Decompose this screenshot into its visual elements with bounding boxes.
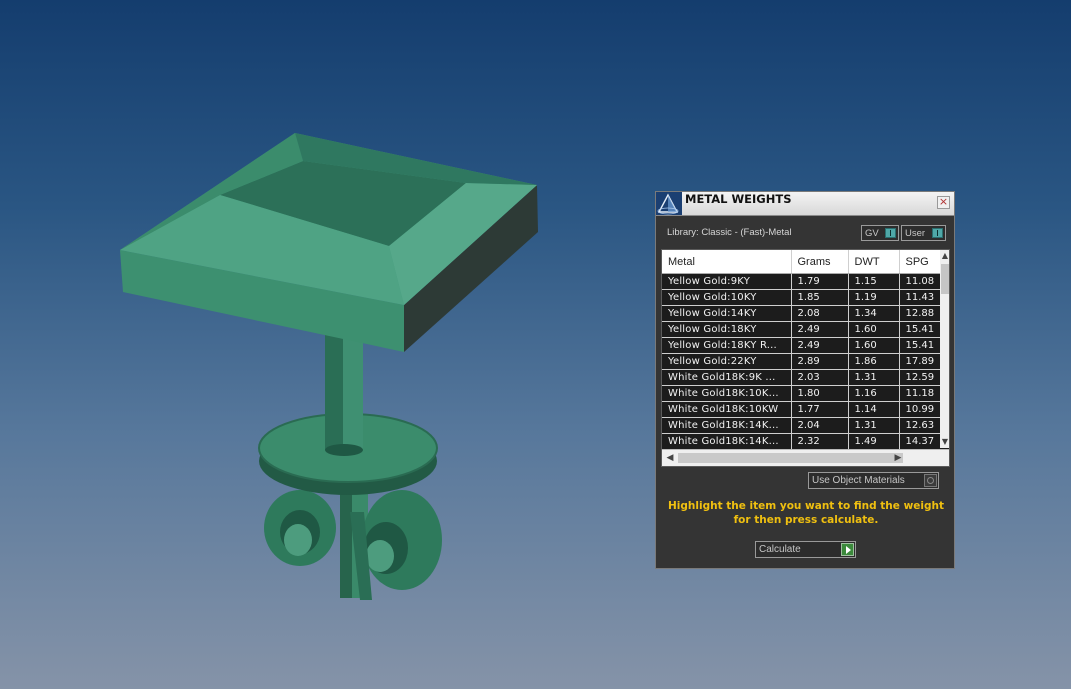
cell-grams: 2.89 bbox=[791, 353, 849, 370]
column-header-grams[interactable]: Grams bbox=[791, 250, 849, 274]
toggle-knob-icon bbox=[932, 228, 943, 238]
cell-grams: 2.08 bbox=[791, 305, 849, 322]
cell-grams: 1.77 bbox=[791, 401, 849, 418]
cell-grams: 2.32 bbox=[791, 433, 849, 450]
table-row[interactable]: Yellow Gold:22KY 2.89 1.86 17.89 bbox=[662, 353, 949, 370]
metal-weights-panel: METAL WEIGHTS × Library: Classic - (Fast… bbox=[655, 191, 955, 569]
earring-model bbox=[120, 133, 538, 600]
scroll-down-icon[interactable]: ▼ bbox=[940, 436, 949, 448]
vertical-scrollbar[interactable]: ▲ ▼ bbox=[940, 250, 949, 448]
cell-dwt: 1.60 bbox=[848, 321, 900, 338]
cell-dwt: 1.34 bbox=[848, 305, 900, 322]
cell-dwt: 1.86 bbox=[848, 353, 900, 370]
cell-dwt: 1.16 bbox=[848, 385, 900, 402]
cell-metal: White Gold18K:9K ... bbox=[662, 369, 792, 386]
gv-toggle[interactable]: GV bbox=[861, 225, 899, 241]
user-toggle-label: User bbox=[905, 228, 926, 239]
cell-metal: Yellow Gold:9KY bbox=[662, 273, 792, 290]
column-header-metal[interactable]: Metal bbox=[662, 250, 792, 274]
table-row[interactable]: Yellow Gold:18KY R... 2.49 1.60 15.41 bbox=[662, 337, 949, 354]
toggle-knob-icon bbox=[885, 228, 896, 238]
use-object-materials-label: Use Object Materials bbox=[812, 475, 905, 486]
cell-grams: 2.03 bbox=[791, 369, 849, 386]
library-label: Library: Classic - (Fast)-Metal bbox=[667, 227, 792, 238]
table-row[interactable]: White Gold18K:10K... 1.80 1.16 11.18 bbox=[662, 385, 949, 402]
cell-metal: Yellow Gold:10KY bbox=[662, 289, 792, 306]
cell-metal: White Gold18K:10K... bbox=[662, 385, 792, 402]
cell-grams: 2.49 bbox=[791, 321, 849, 338]
panel-titlebar[interactable]: METAL WEIGHTS × bbox=[656, 192, 954, 216]
scroll-up-icon[interactable]: ▲ bbox=[940, 250, 949, 262]
use-object-materials-button[interactable]: Use Object Materials bbox=[808, 472, 939, 489]
cell-grams: 2.49 bbox=[791, 337, 849, 354]
cell-dwt: 1.19 bbox=[848, 289, 900, 306]
calculate-label: Calculate bbox=[759, 544, 801, 555]
gv-toggle-label: GV bbox=[865, 228, 879, 239]
user-toggle[interactable]: User bbox=[901, 225, 946, 241]
table-row[interactable]: White Gold18K:9K ... 2.03 1.31 12.59 bbox=[662, 369, 949, 386]
play-arrow-icon bbox=[841, 543, 854, 556]
table-row[interactable]: White Gold18K:10KW 1.77 1.14 10.99 bbox=[662, 401, 949, 418]
cell-metal: Yellow Gold:22KY bbox=[662, 353, 792, 370]
cell-grams: 1.79 bbox=[791, 273, 849, 290]
table-row[interactable]: Yellow Gold:14KY 2.08 1.34 12.88 bbox=[662, 305, 949, 322]
cell-dwt: 1.49 bbox=[848, 433, 900, 450]
calculate-button[interactable]: Calculate bbox=[755, 541, 856, 558]
cell-metal: Yellow Gold:18KY R... bbox=[662, 337, 792, 354]
metal-weights-table: Metal Grams DWT SPG Yellow Gold:9KY 1.79 1… bbox=[661, 249, 950, 467]
cell-grams: 2.04 bbox=[791, 417, 849, 434]
close-icon[interactable]: × bbox=[937, 196, 950, 209]
cell-dwt: 1.31 bbox=[848, 369, 900, 386]
pyramid-logo-icon bbox=[656, 192, 682, 215]
table-row[interactable]: Yellow Gold:9KY 1.79 1.15 11.08 bbox=[662, 273, 949, 290]
cell-metal: White Gold18K:14K... bbox=[662, 417, 792, 434]
table-row[interactable]: White Gold18K:14K... 2.04 1.31 12.63 bbox=[662, 417, 949, 434]
cell-dwt: 1.60 bbox=[848, 337, 900, 354]
cell-grams: 1.80 bbox=[791, 385, 849, 402]
cell-metal: Yellow Gold:14KY bbox=[662, 305, 792, 322]
cell-dwt: 1.31 bbox=[848, 417, 900, 434]
cell-metal: White Gold18K:10KW bbox=[662, 401, 792, 418]
cell-metal: Yellow Gold:18KY bbox=[662, 321, 792, 338]
cell-grams: 1.85 bbox=[791, 289, 849, 306]
cell-metal: White Gold18K:14K... bbox=[662, 433, 792, 450]
scroll-thumb[interactable] bbox=[941, 264, 949, 294]
table-row[interactable]: Yellow Gold:18KY 2.49 1.60 15.41 bbox=[662, 321, 949, 338]
scroll-left-icon[interactable]: ◀ bbox=[664, 450, 676, 466]
instruction-text: Highlight the item you want to find the … bbox=[668, 500, 944, 526]
cell-dwt: 1.14 bbox=[848, 401, 900, 418]
radio-icon bbox=[924, 474, 937, 487]
horizontal-scrollbar[interactable]: ◀ ▶ bbox=[662, 449, 949, 466]
table-row[interactable]: Yellow Gold:10KY 1.85 1.19 11.43 bbox=[662, 289, 949, 306]
panel-title: METAL WEIGHTS bbox=[685, 192, 792, 206]
column-header-dwt[interactable]: DWT bbox=[848, 250, 900, 274]
scroll-right-icon[interactable]: ▶ bbox=[892, 450, 904, 466]
table-row[interactable]: White Gold18K:14K... 2.32 1.49 14.37 bbox=[662, 433, 949, 450]
cell-dwt: 1.15 bbox=[848, 273, 900, 290]
scroll-thumb[interactable] bbox=[678, 453, 903, 463]
